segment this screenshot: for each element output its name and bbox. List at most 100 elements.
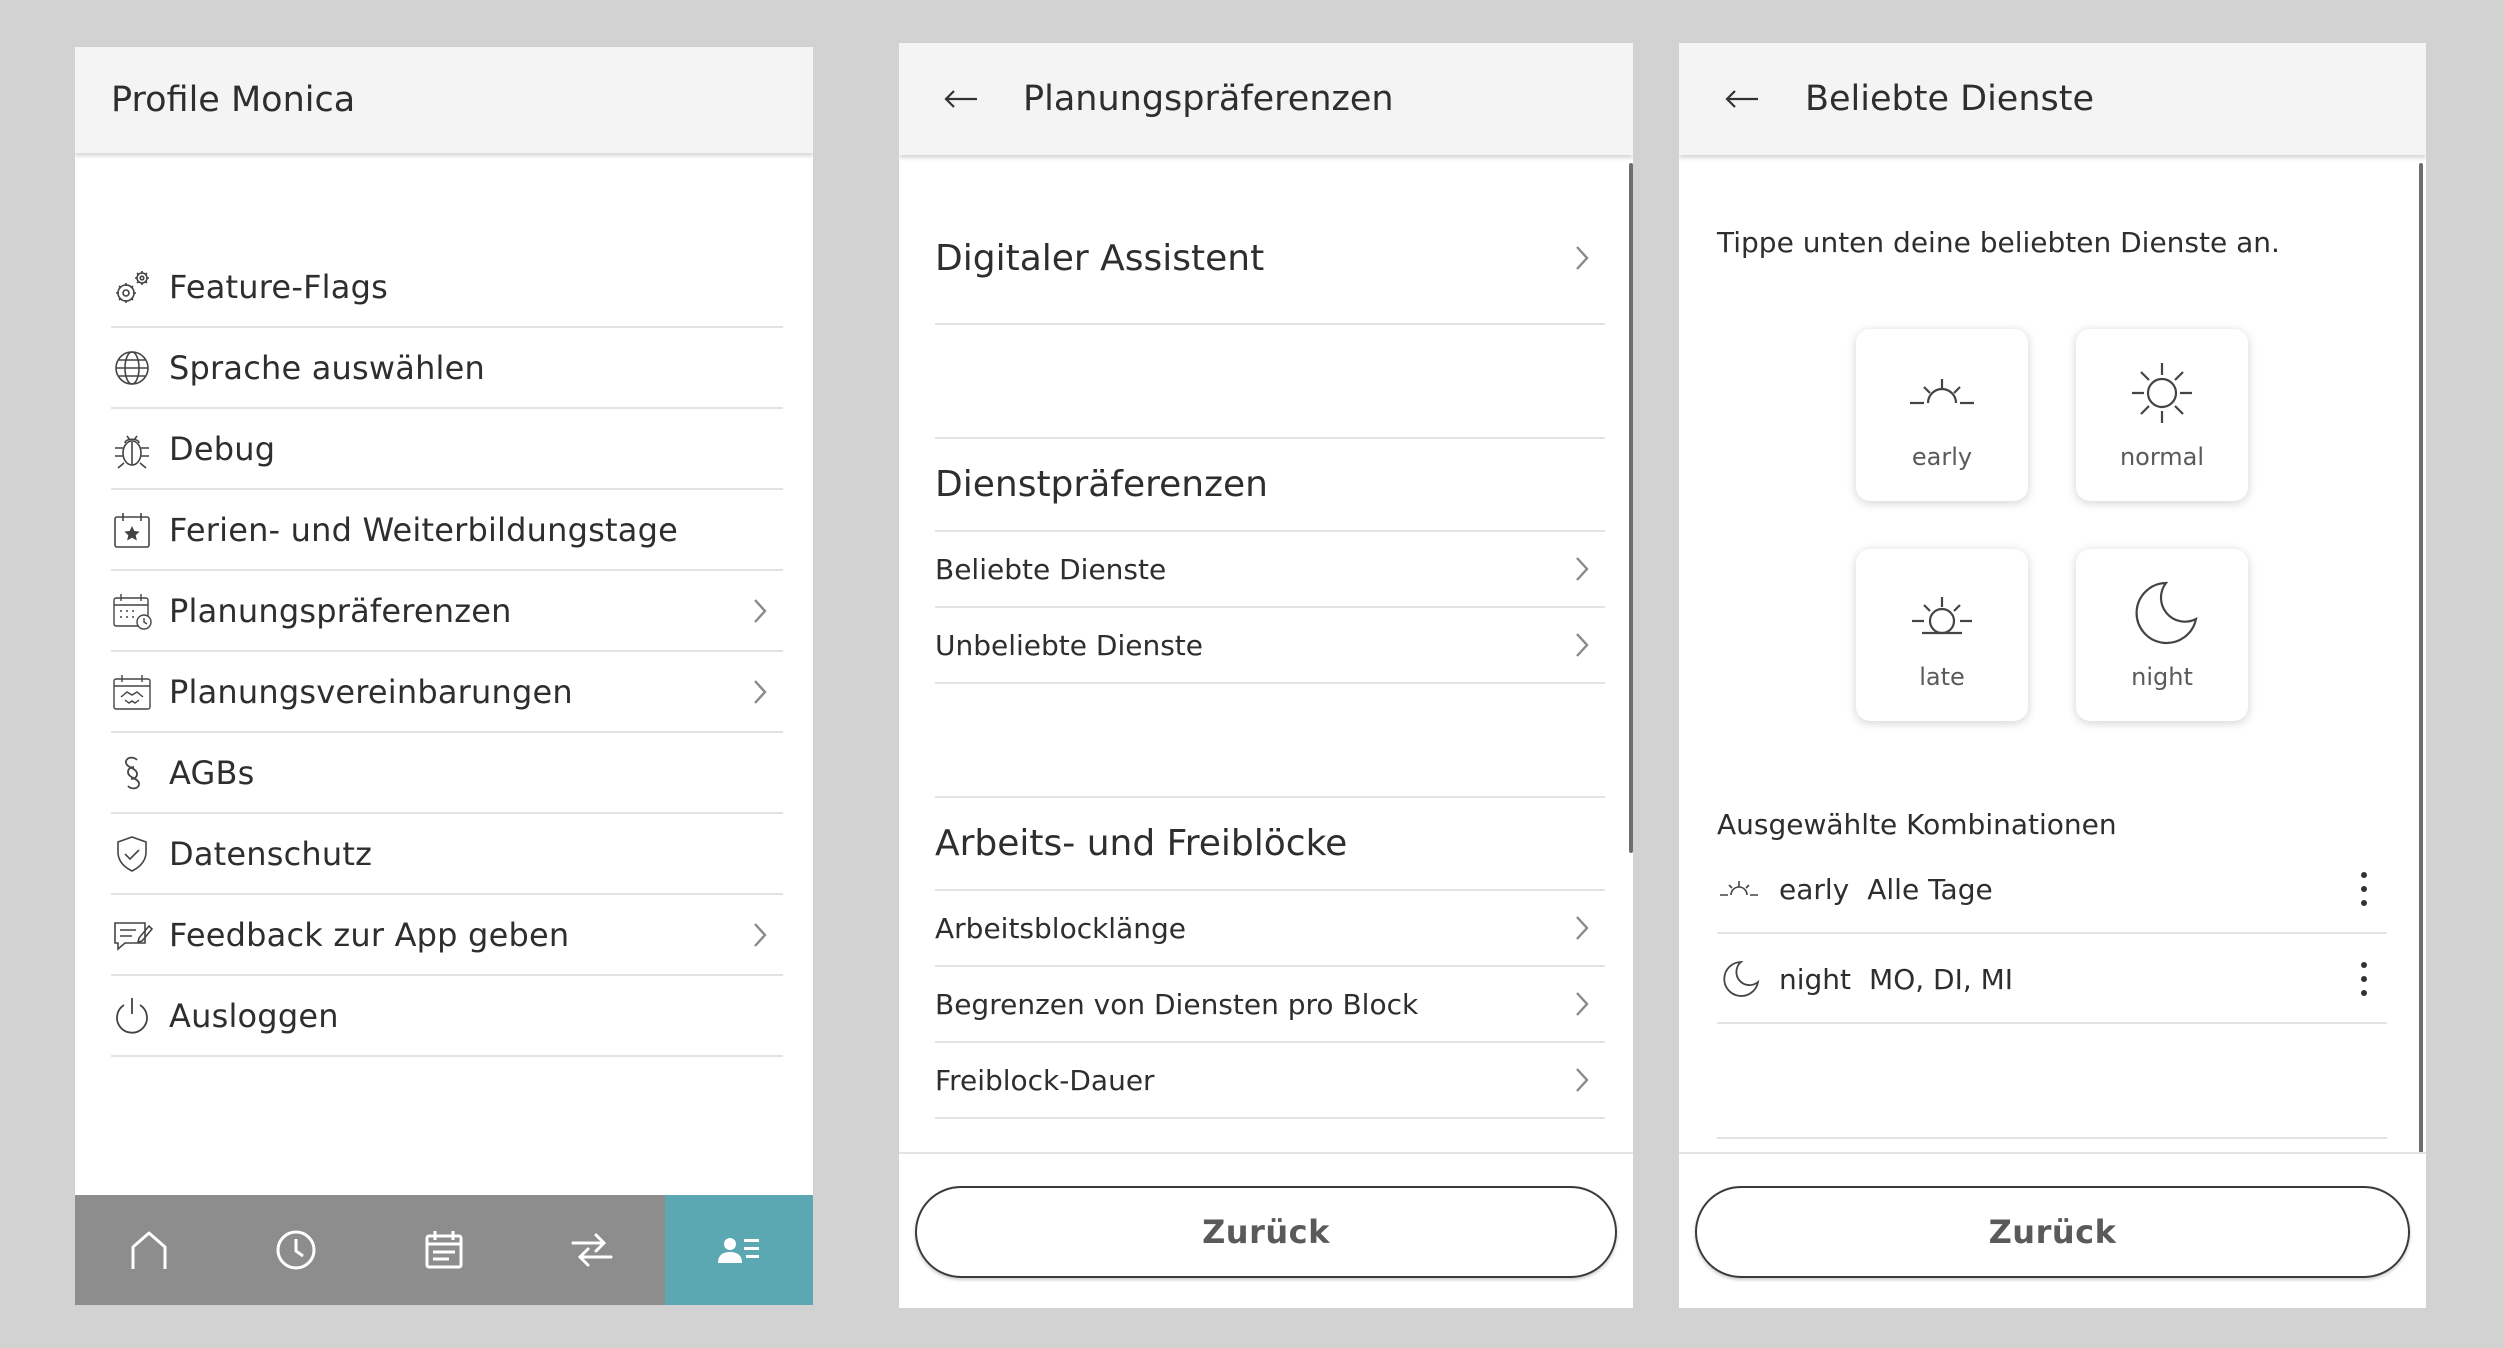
shift-tile-late[interactable]: late — [1856, 549, 2028, 721]
footer: Zurück — [899, 1152, 1633, 1308]
menu-item-language[interactable]: Sprache auswählen — [111, 328, 783, 409]
moon-icon — [1723, 961, 1760, 997]
menu-item-logout[interactable]: Ausloggen — [111, 976, 783, 1057]
menu-item-feature-flags[interactable]: Feature-Flags — [111, 247, 783, 328]
tile-label: early — [1911, 443, 1973, 471]
menu-label: Ausloggen — [169, 996, 339, 1035]
footer: Zurück — [1679, 1152, 2426, 1308]
calendar-star-icon — [111, 507, 157, 553]
sun-icon — [2132, 363, 2192, 423]
nav-calendar[interactable] — [370, 1195, 518, 1305]
page-title: Profile Monica — [111, 80, 356, 120]
divider — [1717, 1137, 2387, 1139]
back-arrow-button[interactable] — [1679, 43, 1805, 155]
more-options-icon[interactable] — [2359, 869, 2369, 909]
scrollbar[interactable] — [2419, 163, 2423, 1228]
clock-icon — [276, 1230, 316, 1270]
row-label: Beliebte Dienste — [935, 552, 1167, 586]
calendar-icon — [425, 1231, 463, 1269]
fav-header: Beliebte Dienste — [1679, 43, 2426, 155]
back-arrow-button[interactable] — [899, 43, 1023, 155]
combo-days: MO, DI, MI — [1869, 962, 2014, 996]
chevron-right-icon — [1576, 633, 1589, 657]
section-title: Dienstpräferenzen — [935, 464, 1268, 505]
chevron-right-icon — [754, 679, 767, 704]
chevron-right-icon — [754, 598, 767, 623]
menu-label: AGBs — [169, 753, 255, 792]
sunset-icon — [1912, 597, 1972, 635]
combo-shift: night — [1779, 962, 1852, 996]
menu-label: Sprache auswählen — [169, 348, 486, 387]
favorite-shifts-row[interactable]: Beliebte Dienste — [935, 532, 1605, 608]
menu-label: Planungspräferenzen — [169, 591, 512, 630]
arrow-left-icon — [1725, 90, 1758, 108]
row-label: Unbeliebte Dienste — [935, 628, 1204, 662]
nav-home[interactable] — [75, 1195, 223, 1305]
section-header: Arbeits- und Freiblöcke — [935, 796, 1605, 891]
section-header: Dienstpräferenzen — [935, 437, 1605, 532]
moon-icon — [2135, 581, 2198, 645]
back-button[interactable]: Zurück — [915, 1186, 1617, 1278]
work-block-length-row[interactable]: Arbeitsblocklänge — [935, 891, 1605, 967]
profile-screen: Profile Monica Feature-Flags Sprache aus… — [75, 47, 813, 1305]
chevron-right-icon — [1576, 992, 1589, 1016]
menu-label: Datenschutz — [169, 834, 373, 873]
menu-item-debug[interactable]: Debug — [111, 409, 783, 490]
chevron-right-icon — [754, 922, 767, 947]
digital-assistant-row[interactable]: Digitaler Assistent — [935, 193, 1605, 325]
menu-item-privacy[interactable]: Datenschutz — [111, 814, 783, 895]
nav-time[interactable] — [223, 1195, 371, 1305]
bug-icon — [111, 426, 157, 472]
planning-preferences-screen: Planungspräferenzen Digitaler Assistent … — [899, 43, 1633, 1308]
shift-tile-early[interactable]: early — [1856, 329, 2028, 501]
nav-profile[interactable] — [665, 1195, 813, 1305]
chevron-right-icon — [1576, 916, 1589, 940]
shift-tile-normal[interactable]: normal — [2076, 329, 2248, 501]
menu-label: Planungsvereinbarungen — [169, 672, 573, 711]
tile-label: late — [1919, 663, 1965, 691]
menu-item-feedback[interactable]: Feedback zur App geben — [111, 895, 783, 976]
shift-tile-night[interactable]: night — [2076, 549, 2248, 721]
chevron-right-icon — [1576, 557, 1589, 581]
menu-label: Debug — [169, 429, 276, 468]
profile-menu: Feature-Flags Sprache auswählen Debug Fe… — [111, 247, 783, 1057]
combo-days: Alle Tage — [1867, 872, 1993, 906]
instruction-text: Tippe unten deine beliebten Dienste an. — [1717, 226, 2280, 259]
row-label: Digitaler Assistent — [935, 237, 1265, 279]
combo-row-night[interactable]: night MO, DI, MI — [1717, 936, 2387, 1024]
profile-icon — [718, 1238, 760, 1263]
tile-label: night — [2131, 663, 2193, 691]
menu-label: Feature-Flags — [169, 267, 388, 306]
back-button[interactable]: Zurück — [1695, 1186, 2410, 1278]
free-block-duration-row[interactable]: Freiblock-Dauer — [935, 1043, 1605, 1119]
home-icon — [131, 1231, 167, 1269]
prefs-list: Digitaler Assistent Dienstpräferenzen Be… — [935, 193, 1605, 1119]
power-icon — [111, 993, 157, 1039]
page-title: Beliebte Dienste — [1805, 79, 2095, 119]
menu-item-planning-preferences[interactable]: Planungspräferenzen — [111, 571, 783, 652]
feedback-icon — [111, 912, 157, 958]
limit-shifts-per-block-row[interactable]: Begrenzen von Diensten pro Block — [935, 967, 1605, 1043]
more-options-icon[interactable] — [2359, 959, 2369, 999]
menu-item-terms[interactable]: AGBs — [111, 733, 783, 814]
chevron-right-icon — [1576, 246, 1589, 270]
nav-swap[interactable] — [518, 1195, 666, 1305]
row-label: Freiblock-Dauer — [935, 1063, 1155, 1097]
section-title: Arbeits- und Freiblöcke — [935, 823, 1348, 864]
unfavorite-shifts-row[interactable]: Unbeliebte Dienste — [935, 608, 1605, 684]
menu-item-holidays[interactable]: Ferien- und Weiterbildungstage — [111, 490, 783, 571]
bottom-navigation — [75, 1195, 813, 1305]
prefs-header: Planungspräferenzen — [899, 43, 1633, 155]
calendar-clock-icon — [111, 588, 157, 634]
sunrise-icon — [1720, 881, 1758, 896]
scrollbar[interactable] — [1629, 163, 1633, 853]
tile-label: normal — [2119, 443, 2205, 471]
menu-label: Ferien- und Weiterbildungstage — [169, 510, 678, 549]
menu-item-planning-agreements[interactable]: Planungsvereinbarungen — [111, 652, 783, 733]
combo-row-early[interactable]: early Alle Tage — [1717, 846, 2387, 934]
arrow-left-icon — [944, 90, 977, 108]
globe-icon — [111, 345, 157, 391]
row-label: Begrenzen von Diensten pro Block — [935, 987, 1419, 1021]
